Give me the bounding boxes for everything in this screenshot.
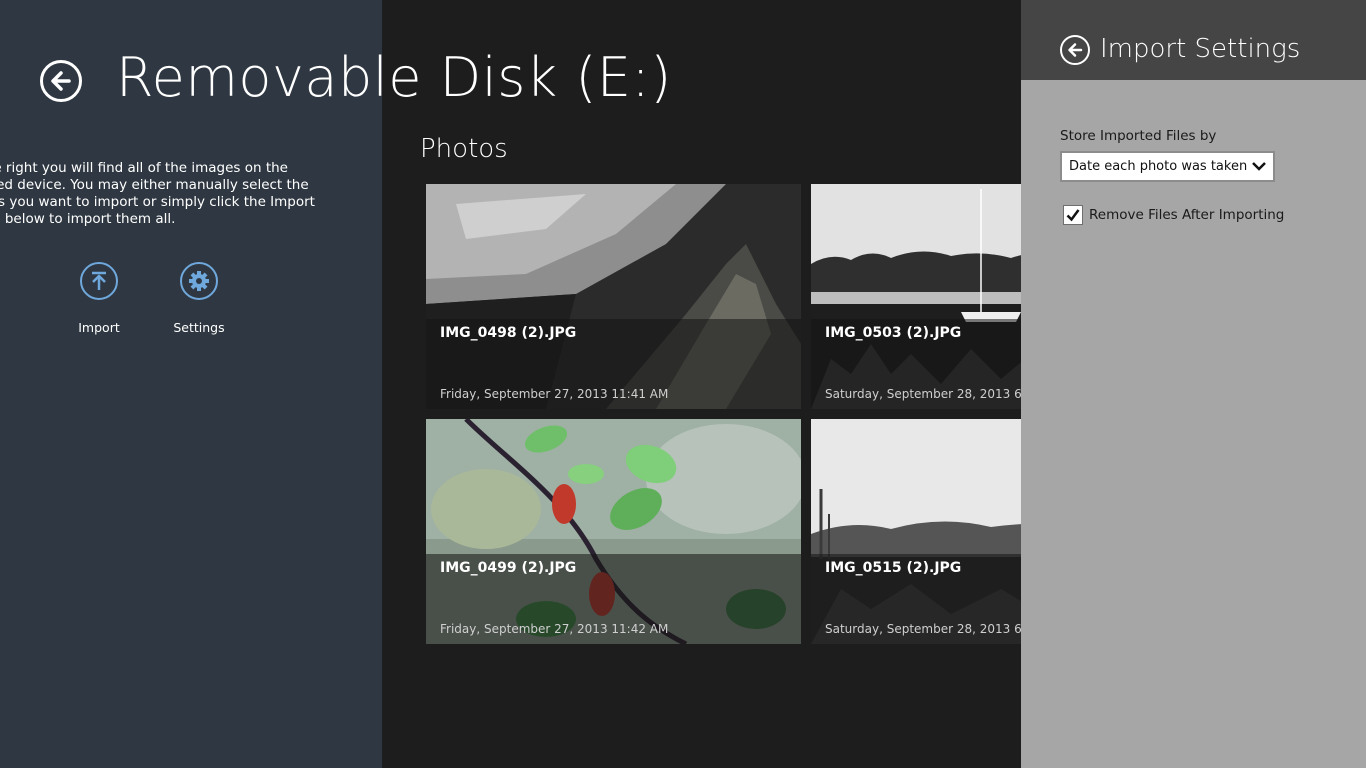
photo-date: Saturday, September 28, 2013 6:36 PM — [825, 387, 1021, 401]
back-button[interactable] — [40, 60, 82, 102]
photo-tile[interactable]: IMG_0515 (2).JPG Saturday, September 28,… — [811, 419, 1021, 644]
photo-name: IMG_0515 (2).JPG — [825, 560, 962, 576]
chevron-down-icon — [1252, 162, 1266, 171]
settings-label: Settings — [173, 320, 225, 335]
intro-text: On the right you will find all of the im… — [0, 160, 315, 227]
photo-date: Saturday, September 28, 2013 6:39 PM — [825, 622, 1021, 636]
photo-caption: IMG_0499 (2).JPG Friday, September 27, 2… — [426, 554, 801, 644]
flyout-back-button[interactable] — [1060, 35, 1090, 65]
flyout-title: Import Settings — [1100, 34, 1301, 64]
photo-caption: IMG_0498 (2).JPG Friday, September 27, 2… — [426, 319, 801, 409]
gear-icon — [189, 271, 209, 291]
photo-date: Friday, September 27, 2013 11:42 AM — [440, 622, 669, 636]
flyout-header: Import Settings — [1021, 0, 1366, 80]
photo-name: IMG_0499 (2).JPG — [440, 560, 577, 576]
page-title: Removable Disk (E:) — [116, 46, 672, 109]
photo-date: Friday, September 27, 2013 11:41 AM — [440, 387, 669, 401]
import-button[interactable]: Import — [54, 262, 144, 335]
import-settings-flyout: Import Settings Store Imported Files by … — [1021, 0, 1366, 768]
store-by-value: Date each photo was taken — [1069, 159, 1248, 174]
photo-caption: IMG_0515 (2).JPG Saturday, September 28,… — [811, 554, 1021, 644]
store-by-label: Store Imported Files by — [1060, 128, 1217, 144]
photo-tile[interactable]: IMG_0499 (2).JPG Friday, September 27, 2… — [426, 419, 801, 644]
photos-pane: Photos IMG_0498 (2).JPG Friday, Septembe… — [382, 0, 1021, 768]
remove-files-checkbox[interactable] — [1063, 205, 1083, 225]
remove-files-label: Remove Files After Importing — [1089, 207, 1285, 223]
photo-tile[interactable]: IMG_0498 (2).JPG Friday, September 27, 2… — [426, 184, 801, 409]
photo-caption: IMG_0503 (2).JPG Saturday, September 28,… — [811, 319, 1021, 409]
store-by-dropdown[interactable]: Date each photo was taken — [1060, 151, 1275, 182]
settings-button[interactable]: Settings — [154, 262, 244, 335]
photo-tile[interactable]: IMG_0503 (2).JPG Saturday, September 28,… — [811, 184, 1021, 409]
left-pane: On the right you will find all of the im… — [0, 0, 382, 768]
photo-name: IMG_0498 (2).JPG — [440, 325, 577, 341]
photos-section-title: Photos — [420, 134, 508, 164]
back-arrow-icon — [1068, 43, 1083, 57]
checkmark-icon — [1066, 209, 1080, 222]
upload-arrow-icon — [92, 271, 106, 290]
import-label: Import — [78, 320, 120, 335]
back-arrow-icon — [51, 71, 71, 91]
photo-name: IMG_0503 (2).JPG — [825, 325, 962, 341]
